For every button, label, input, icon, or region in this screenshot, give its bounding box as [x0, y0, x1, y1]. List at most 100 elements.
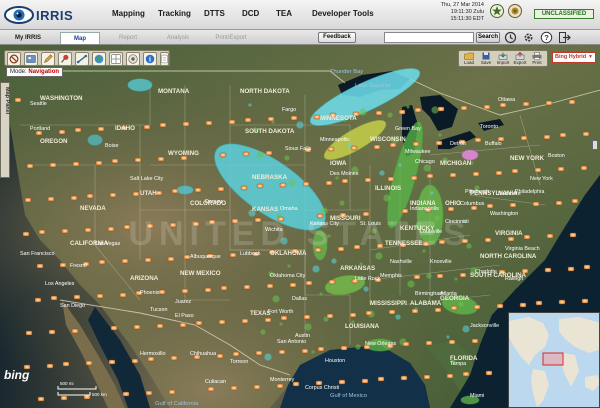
airport-marker-icon[interactable] [143, 124, 151, 130]
airport-marker-icon[interactable] [157, 156, 165, 162]
airport-marker-icon[interactable] [558, 299, 566, 305]
airport-marker-icon[interactable] [435, 140, 443, 146]
airport-marker-icon[interactable] [111, 158, 119, 164]
airport-marker-icon[interactable] [484, 237, 492, 243]
airport-marker-icon[interactable] [373, 144, 381, 150]
airport-marker-icon[interactable] [71, 328, 79, 334]
airport-marker-icon[interactable] [168, 389, 176, 395]
airport-marker-icon[interactable] [220, 285, 228, 291]
airport-marker-icon[interactable] [559, 132, 567, 138]
airport-marker-icon[interactable] [436, 273, 444, 279]
basemap-dropdown[interactable]: Bing Hybrid ▼ [552, 52, 596, 63]
airport-marker-icon[interactable] [338, 379, 346, 385]
map-panel-toggle[interactable]: Map Panel [0, 82, 10, 178]
airport-marker-icon[interactable] [49, 162, 57, 168]
nav-mapping[interactable]: Mapping [112, 9, 145, 18]
airport-marker-icon[interactable] [107, 226, 115, 232]
airport-marker-icon[interactable] [217, 186, 225, 192]
airport-marker-icon[interactable] [364, 177, 372, 183]
overview-minimap[interactable] [508, 312, 600, 408]
airport-marker-icon[interactable] [581, 298, 589, 304]
airport-marker-icon[interactable] [462, 371, 470, 377]
tab-analysis[interactable]: Analysis [158, 32, 198, 44]
airport-marker-icon[interactable] [426, 173, 434, 179]
airport-marker-icon[interactable] [341, 178, 349, 184]
airport-marker-icon[interactable] [414, 107, 422, 113]
airport-marker-icon[interactable] [179, 322, 187, 328]
airport-marker-icon[interactable] [256, 183, 264, 189]
airport-marker-icon[interactable] [411, 308, 419, 314]
airport-marker-icon[interactable] [557, 166, 565, 172]
logout-icon[interactable] [558, 31, 571, 44]
airport-marker-icon[interactable] [473, 304, 481, 310]
airport-marker-icon[interactable] [434, 307, 442, 313]
search-button[interactable]: Search [476, 32, 500, 43]
airport-marker-icon[interactable] [70, 195, 78, 201]
airport-marker-icon[interactable] [317, 346, 325, 352]
airport-marker-icon[interactable] [459, 272, 467, 278]
zoom-slider-handle[interactable] [592, 140, 598, 150]
airport-marker-icon[interactable] [119, 292, 127, 298]
document-icon[interactable] [160, 52, 169, 66]
airport-marker-icon[interactable] [495, 170, 503, 176]
airport-marker-icon[interactable] [98, 259, 106, 265]
airport-marker-icon[interactable] [388, 309, 396, 315]
airport-marker-icon[interactable] [361, 378, 369, 384]
airport-marker-icon[interactable] [474, 137, 482, 143]
airport-marker-icon[interactable] [472, 171, 480, 177]
globe-icon[interactable] [92, 52, 106, 66]
airport-marker-icon[interactable] [302, 181, 310, 187]
airport-marker-icon[interactable] [242, 151, 250, 157]
airport-marker-icon[interactable] [26, 163, 34, 169]
airport-marker-icon[interactable] [144, 257, 152, 263]
airport-marker-icon[interactable] [58, 129, 66, 135]
airport-marker-icon[interactable] [483, 104, 491, 110]
airport-marker-icon[interactable] [571, 198, 579, 204]
nav-dcd[interactable]: DCD [242, 9, 259, 18]
airport-marker-icon[interactable] [95, 160, 103, 166]
airport-marker-icon[interactable] [253, 384, 261, 390]
airport-marker-icon[interactable] [486, 203, 494, 209]
history-icon[interactable] [504, 31, 517, 44]
airport-marker-icon[interactable] [535, 300, 543, 306]
airport-marker-icon[interactable] [326, 313, 334, 319]
airport-marker-icon[interactable] [244, 117, 252, 123]
load-button[interactable]: Load [461, 52, 477, 67]
airport-marker-icon[interactable] [398, 109, 406, 115]
airport-marker-icon[interactable] [96, 293, 104, 299]
airport-marker-icon[interactable] [301, 348, 309, 354]
airport-marker-icon[interactable] [134, 157, 142, 163]
airport-marker-icon[interactable] [519, 302, 527, 308]
airport-marker-icon[interactable] [555, 200, 563, 206]
airport-marker-icon[interactable] [50, 295, 58, 301]
airport-marker-icon[interactable] [389, 142, 397, 148]
pushpin-icon[interactable] [58, 52, 72, 66]
airport-marker-icon[interactable] [280, 315, 288, 321]
airport-marker-icon[interactable] [170, 355, 178, 361]
airport-marker-icon[interactable] [34, 297, 42, 303]
airport-marker-icon[interactable] [499, 102, 507, 108]
airport-marker-icon[interactable] [413, 274, 421, 280]
airport-marker-icon[interactable] [182, 121, 190, 127]
airport-marker-icon[interactable] [22, 231, 30, 237]
airport-marker-icon[interactable] [423, 374, 431, 380]
airport-marker-icon[interactable] [97, 126, 105, 132]
airport-marker-icon[interactable] [218, 319, 226, 325]
airport-marker-icon[interactable] [278, 349, 286, 355]
airport-marker-icon[interactable] [155, 190, 163, 196]
airport-marker-icon[interactable] [36, 263, 44, 269]
print-button[interactable]: Print [529, 52, 545, 67]
airport-marker-icon[interactable] [86, 193, 94, 199]
airport-marker-icon[interactable] [230, 385, 238, 391]
irris-logo[interactable]: IRRIS [4, 3, 88, 27]
airport-marker-icon[interactable] [229, 252, 237, 258]
airport-marker-icon[interactable] [109, 192, 117, 198]
airport-marker-icon[interactable] [583, 264, 591, 270]
airport-marker-icon[interactable] [204, 287, 212, 293]
airport-marker-icon[interactable] [84, 227, 92, 233]
nav-dtts[interactable]: DTTS [204, 9, 225, 18]
airport-marker-icon[interactable] [350, 145, 358, 151]
airport-marker-icon[interactable] [47, 196, 55, 202]
airport-marker-icon[interactable] [156, 323, 164, 329]
airport-marker-icon[interactable] [401, 208, 409, 214]
